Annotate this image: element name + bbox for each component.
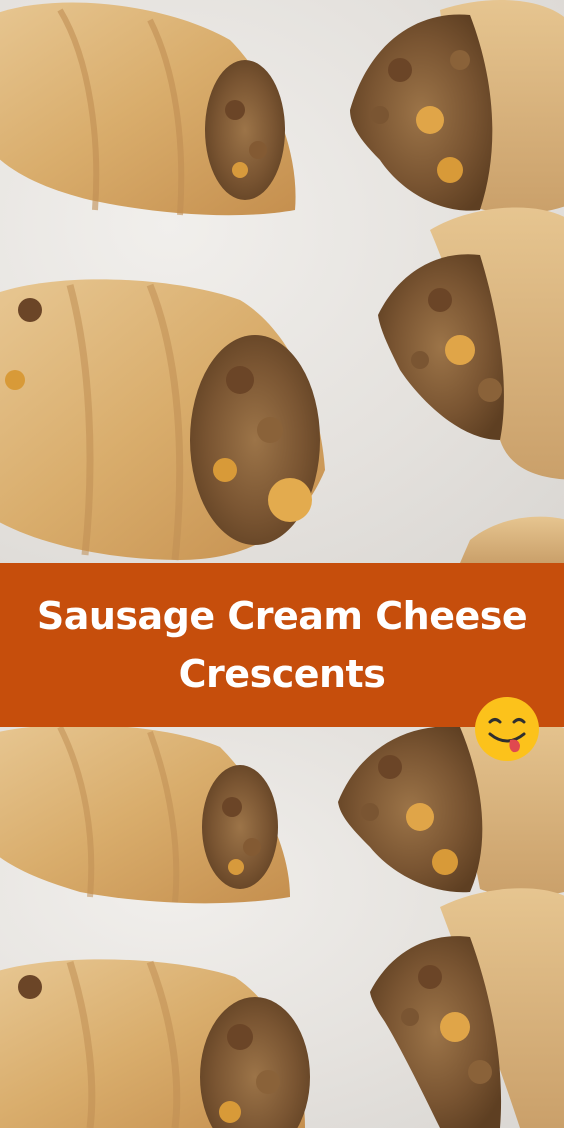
crescent-roll — [378, 207, 564, 480]
food-photo-top — [0, 0, 564, 563]
crescent-roll — [0, 279, 325, 561]
face-savoring-food-icon — [474, 696, 540, 762]
crescent-roll — [460, 516, 564, 563]
pin-image: Sausage Cream Cheese Crescents — [0, 0, 564, 1128]
crescent-roll — [370, 888, 564, 1128]
crescent-roll — [0, 727, 290, 904]
food-photo-bottom — [0, 727, 564, 1128]
title-line-2: Crescents — [178, 652, 386, 696]
crescent-roll — [350, 0, 564, 214]
crescent-roll — [0, 959, 310, 1128]
crescent-roll — [0, 2, 296, 216]
title-line-1: Sausage Cream Cheese — [36, 594, 528, 638]
